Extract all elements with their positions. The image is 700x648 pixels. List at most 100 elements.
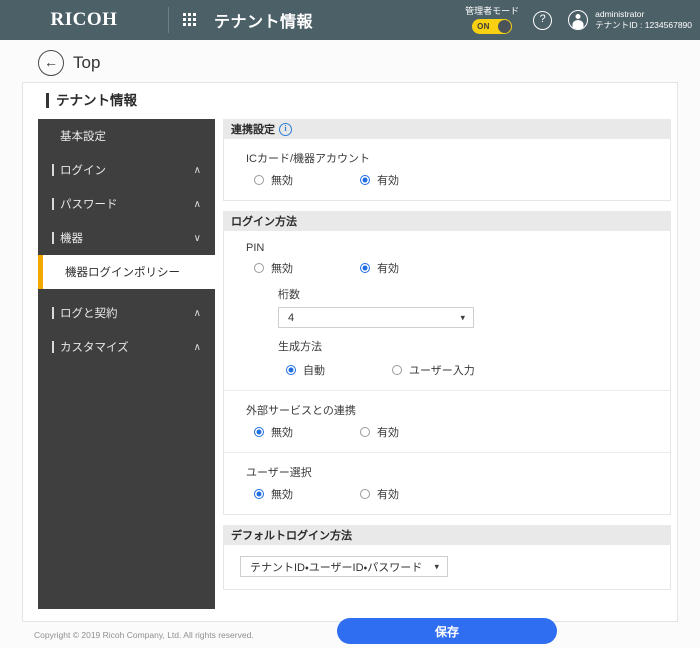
radio-label: 有効 <box>377 263 399 275</box>
radio-option-disabled[interactable]: 無効 <box>254 172 360 188</box>
digits-select[interactable]: 4 ▾ <box>278 307 474 328</box>
radio-icon-selected[interactable] <box>360 263 370 273</box>
header-right-cluster: 管理者モード ON ? administrator テナントID : 12345… <box>465 6 700 34</box>
radio-icon[interactable] <box>360 427 370 437</box>
header-divider <box>168 7 169 33</box>
radio-label: 有効 <box>377 489 399 501</box>
sidebar-item-device-login-policy[interactable]: 機器ログインポリシー <box>38 255 215 289</box>
chevron-up-icon: ∧ <box>193 341 201 353</box>
radio-icon-selected[interactable] <box>360 175 370 185</box>
field-ic-card-device-account: ICカード/機器アカウント 無効 有効 <box>224 139 670 200</box>
digits-select-value: 4 <box>288 311 295 324</box>
card-title: テナント情報 <box>46 93 137 108</box>
sidebar-item-login[interactable]: ログイン ∧ <box>38 153 215 187</box>
sidebar-accent-bar <box>52 164 54 176</box>
help-icon[interactable]: ? <box>533 10 553 30</box>
sidebar-accent-bar <box>52 232 54 244</box>
radio-group-generation: 自動 ユーザー入力 <box>278 362 670 378</box>
radio-label: ユーザー入力 <box>409 365 475 377</box>
section-body-cooperation: ICカード/機器アカウント 無効 有効 <box>223 139 671 201</box>
toggle-state-label: ON <box>477 22 490 31</box>
admin-mode-control[interactable]: 管理者モード ON <box>465 6 519 34</box>
radio-option-disabled[interactable]: 無効 <box>254 486 360 502</box>
radio-group-pin: 無効 有効 <box>246 260 670 276</box>
sidebar-item-label: ログイン <box>60 165 106 177</box>
sidebar-item-logs-contract[interactable]: ログと契約 ∧ <box>38 296 215 330</box>
sidebar-item-basic-settings[interactable]: 基本設定 <box>38 119 215 153</box>
field-user-select: ユーザー選択 無効 有効 <box>224 452 670 514</box>
sidebar-accent-bar <box>52 198 54 210</box>
sidebar-accent-bar <box>52 341 54 353</box>
field-label: ICカード/機器アカウント <box>246 153 371 165</box>
radio-option-enabled[interactable]: 有効 <box>360 260 399 276</box>
radio-label: 無効 <box>271 489 293 501</box>
admin-mode-label: 管理者モード <box>465 6 520 16</box>
chevron-up-icon: ∧ <box>193 164 201 176</box>
radio-icon[interactable] <box>360 489 370 499</box>
ricoh-logo: RICOH <box>50 9 118 30</box>
radio-icon[interactable] <box>254 263 264 273</box>
subfield-label: 桁数 <box>278 289 300 301</box>
section-title: ログイン方法 <box>231 216 297 228</box>
info-icon[interactable]: i <box>279 122 292 136</box>
section-header-login-method: ログイン方法 <box>223 211 671 231</box>
radio-option-enabled[interactable]: 有効 <box>360 172 399 188</box>
field-label: PIN <box>246 242 265 254</box>
chevron-up-icon: ∧ <box>193 307 201 319</box>
admin-mode-toggle[interactable]: ON <box>472 19 513 34</box>
toggle-knob <box>498 20 512 33</box>
back-arrow-icon[interactable]: ← <box>38 49 64 76</box>
sidebar-accent-bar <box>52 307 54 319</box>
page-title: テナント情報 <box>214 14 314 31</box>
field-pin: PIN 無効 有効 桁数 4 ▾ 生成方法 自動 ユーザー入力 <box>224 231 670 390</box>
user-account-block[interactable]: administrator テナントID : 1234567890 <box>568 9 692 31</box>
radio-label: 無効 <box>271 427 293 439</box>
sidebar-item-label: 機器ログインポリシー <box>65 267 180 279</box>
apps-grid-icon[interactable] <box>183 12 198 28</box>
section-body-login-method: PIN 無効 有効 桁数 4 ▾ 生成方法 自動 ユーザー入力 外部サービスとの… <box>223 231 671 515</box>
section-title: デフォルトログイン方法 <box>231 530 352 542</box>
radio-option-disabled[interactable]: 無効 <box>254 424 360 440</box>
radio-icon-selected[interactable] <box>254 489 264 499</box>
radio-icon[interactable] <box>254 175 264 185</box>
section-title: 連携設定 <box>231 124 275 136</box>
breadcrumb: ← Top <box>0 40 700 85</box>
sidebar-item-password[interactable]: パスワード ∧ <box>38 187 215 221</box>
top-header-bar: RICOH テナント情報 管理者モード ON ? administrator テ… <box>0 0 700 40</box>
default-login-select[interactable]: テナントID・ユーザーID・パスワード ▾ <box>240 556 448 577</box>
section-header-cooperation: 連携設定 i <box>223 119 671 139</box>
chevron-up-icon: ∧ <box>193 198 201 210</box>
sidebar-item-customize[interactable]: カスタマイズ ∧ <box>38 330 215 364</box>
radio-label: 無効 <box>271 175 293 187</box>
field-label: 外部サービスとの連携 <box>246 405 356 417</box>
radio-option-enabled[interactable]: 有効 <box>360 486 399 502</box>
tenant-id: テナントID : 1234567890 <box>595 20 692 30</box>
user-name: administrator <box>595 9 645 19</box>
chevron-down-icon: ▾ <box>460 312 465 322</box>
avatar-icon <box>568 10 589 30</box>
radio-option-user-input[interactable]: ユーザー入力 <box>392 362 475 378</box>
sidebar-nav: 基本設定 ログイン ∧ パスワード ∧ 機器 ∨ 機器ログインポリシー ログと契… <box>38 119 215 609</box>
radio-label: 有効 <box>377 175 399 187</box>
field-label: ユーザー選択 <box>246 467 312 479</box>
radio-option-enabled[interactable]: 有効 <box>360 424 399 440</box>
breadcrumb-top-link[interactable]: Top <box>73 53 100 73</box>
chevron-down-icon: ∨ <box>193 232 201 244</box>
footer: Copyright © 2019 Ricoh Company, Ltd. All… <box>0 622 700 648</box>
radio-group-ic-card: 無効 有効 <box>246 172 670 188</box>
sidebar-item-device[interactable]: 機器 ∨ <box>38 221 215 255</box>
user-info: administrator テナントID : 1234567890 <box>595 9 692 31</box>
radio-label: 自動 <box>303 365 325 377</box>
radio-option-auto[interactable]: 自動 <box>286 362 392 378</box>
sidebar-item-label: ログと契約 <box>60 308 118 320</box>
field-external-service: 外部サービスとの連携 無効 有効 <box>224 390 670 452</box>
chevron-down-icon: ▾ <box>434 561 439 571</box>
radio-label: 有効 <box>377 427 399 439</box>
radio-icon[interactable] <box>392 365 402 375</box>
radio-icon-selected[interactable] <box>254 427 264 437</box>
radio-option-disabled[interactable]: 無効 <box>254 260 360 276</box>
radio-icon-selected[interactable] <box>286 365 296 375</box>
